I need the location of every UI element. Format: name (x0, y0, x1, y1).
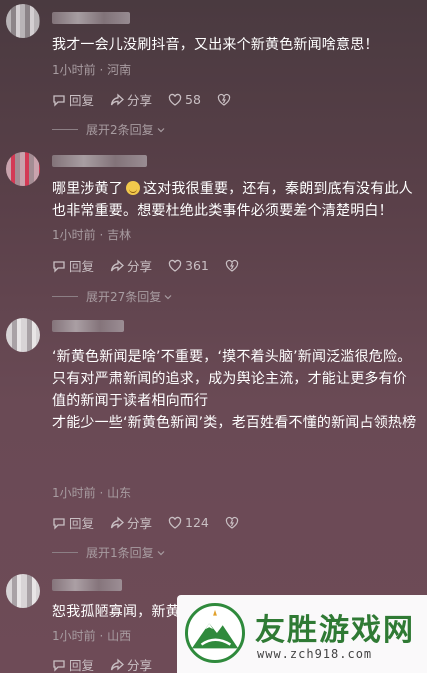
share-icon (110, 259, 124, 271)
comment-meta: 1小时前 · 山西 (52, 629, 132, 643)
share-button[interactable]: 分享 (110, 90, 152, 109)
smile-emoji-icon (126, 181, 140, 195)
dislike-icon (217, 93, 231, 106)
expand-replies[interactable]: 展开2条回复 (52, 121, 166, 138)
reply-button[interactable]: 回复 (52, 90, 94, 109)
comment-actions: 回复 分享 124 (52, 513, 258, 532)
expand-label: 展开2条回复 (86, 123, 154, 137)
reply-label: 回复 (69, 259, 95, 274)
reply-label: 回复 (69, 658, 95, 673)
reply-icon (53, 659, 65, 672)
comment-text-part-1: 哪里涉黄了 (52, 181, 123, 197)
share-icon (110, 658, 124, 670)
reply-icon (53, 517, 65, 530)
reply-icon (53, 260, 65, 273)
share-button[interactable]: 分享 (110, 256, 152, 275)
heart-icon (168, 259, 182, 272)
avatar[interactable] (6, 574, 40, 608)
like-button[interactable]: 124 (168, 515, 209, 530)
reply-button[interactable]: 回复 (52, 256, 94, 275)
comment-meta: 1小时前 · 河南 (52, 63, 132, 77)
divider (52, 129, 78, 130)
share-label: 分享 (127, 259, 153, 274)
divider (52, 552, 78, 553)
divider (52, 296, 78, 297)
chevron-down-icon (157, 127, 165, 132)
watermark-url: www.zch918.com (257, 647, 373, 661)
comment-actions: 回复 分享 361 (52, 256, 258, 275)
reply-label: 回复 (69, 516, 95, 531)
dislike-button[interactable] (225, 516, 242, 530)
reply-icon (53, 94, 65, 107)
avatar[interactable] (6, 152, 40, 186)
reply-label: 回复 (69, 93, 95, 108)
like-count: 58 (185, 92, 201, 107)
username[interactable] (52, 12, 130, 24)
share-label: 分享 (127, 516, 153, 531)
heart-icon (168, 93, 182, 106)
comment-meta: 1小时前 · 吉林 (52, 228, 132, 242)
expand-replies[interactable]: 展开27条回复 (52, 288, 173, 305)
dislike-button[interactable] (217, 93, 234, 107)
avatar[interactable] (6, 4, 40, 38)
username[interactable] (52, 320, 124, 332)
share-button[interactable]: 分享 (110, 513, 152, 532)
username[interactable] (52, 155, 147, 167)
like-button[interactable]: 58 (168, 92, 201, 107)
comment-meta: 1小时前 · 山东 (52, 486, 132, 500)
comment-text: ‘新黄色新闻是啥’不重要，‘摸不着头脑’新闻泛滥很危险。 只有对严肃新闻的追求，… (52, 349, 417, 431)
expand-label: 展开1条回复 (86, 546, 154, 560)
expand-replies[interactable]: 展开1条回复 (52, 544, 166, 561)
heart-icon (168, 516, 182, 529)
chevron-down-icon (157, 550, 165, 555)
site-watermark: 友胜游戏网 www.zch918.com (177, 595, 427, 673)
mountain-logo-icon (185, 603, 245, 663)
comment-actions: 回复 分享 58 (52, 90, 250, 109)
comment-actions: 回复 分享 (52, 655, 168, 673)
like-button[interactable]: 361 (168, 258, 209, 273)
share-icon (110, 93, 124, 105)
reply-button[interactable]: 回复 (52, 655, 94, 673)
watermark-title: 友胜游戏网 (255, 613, 415, 648)
dislike-icon (225, 259, 239, 272)
dislike-button[interactable] (225, 259, 242, 273)
dislike-icon (225, 516, 239, 529)
share-button[interactable]: 分享 (110, 655, 152, 673)
avatar[interactable] (6, 318, 40, 352)
share-icon (110, 516, 124, 528)
comment-text: 我才一会儿没刷抖音，又出来个新黄色新闻啥意思！ (52, 37, 379, 53)
like-count: 361 (185, 258, 209, 273)
reply-button[interactable]: 回复 (52, 513, 94, 532)
expand-label: 展开27条回复 (86, 290, 162, 304)
comment-text: 哪里涉黄了 这对我很重要，还有，秦朗到底有没有此人也非常重要。想要杜绝此类事件必须… (52, 178, 417, 222)
like-count: 124 (185, 515, 209, 530)
chevron-down-icon (164, 294, 172, 299)
username[interactable] (52, 579, 122, 591)
share-label: 分享 (127, 93, 153, 108)
share-label: 分享 (127, 658, 153, 673)
